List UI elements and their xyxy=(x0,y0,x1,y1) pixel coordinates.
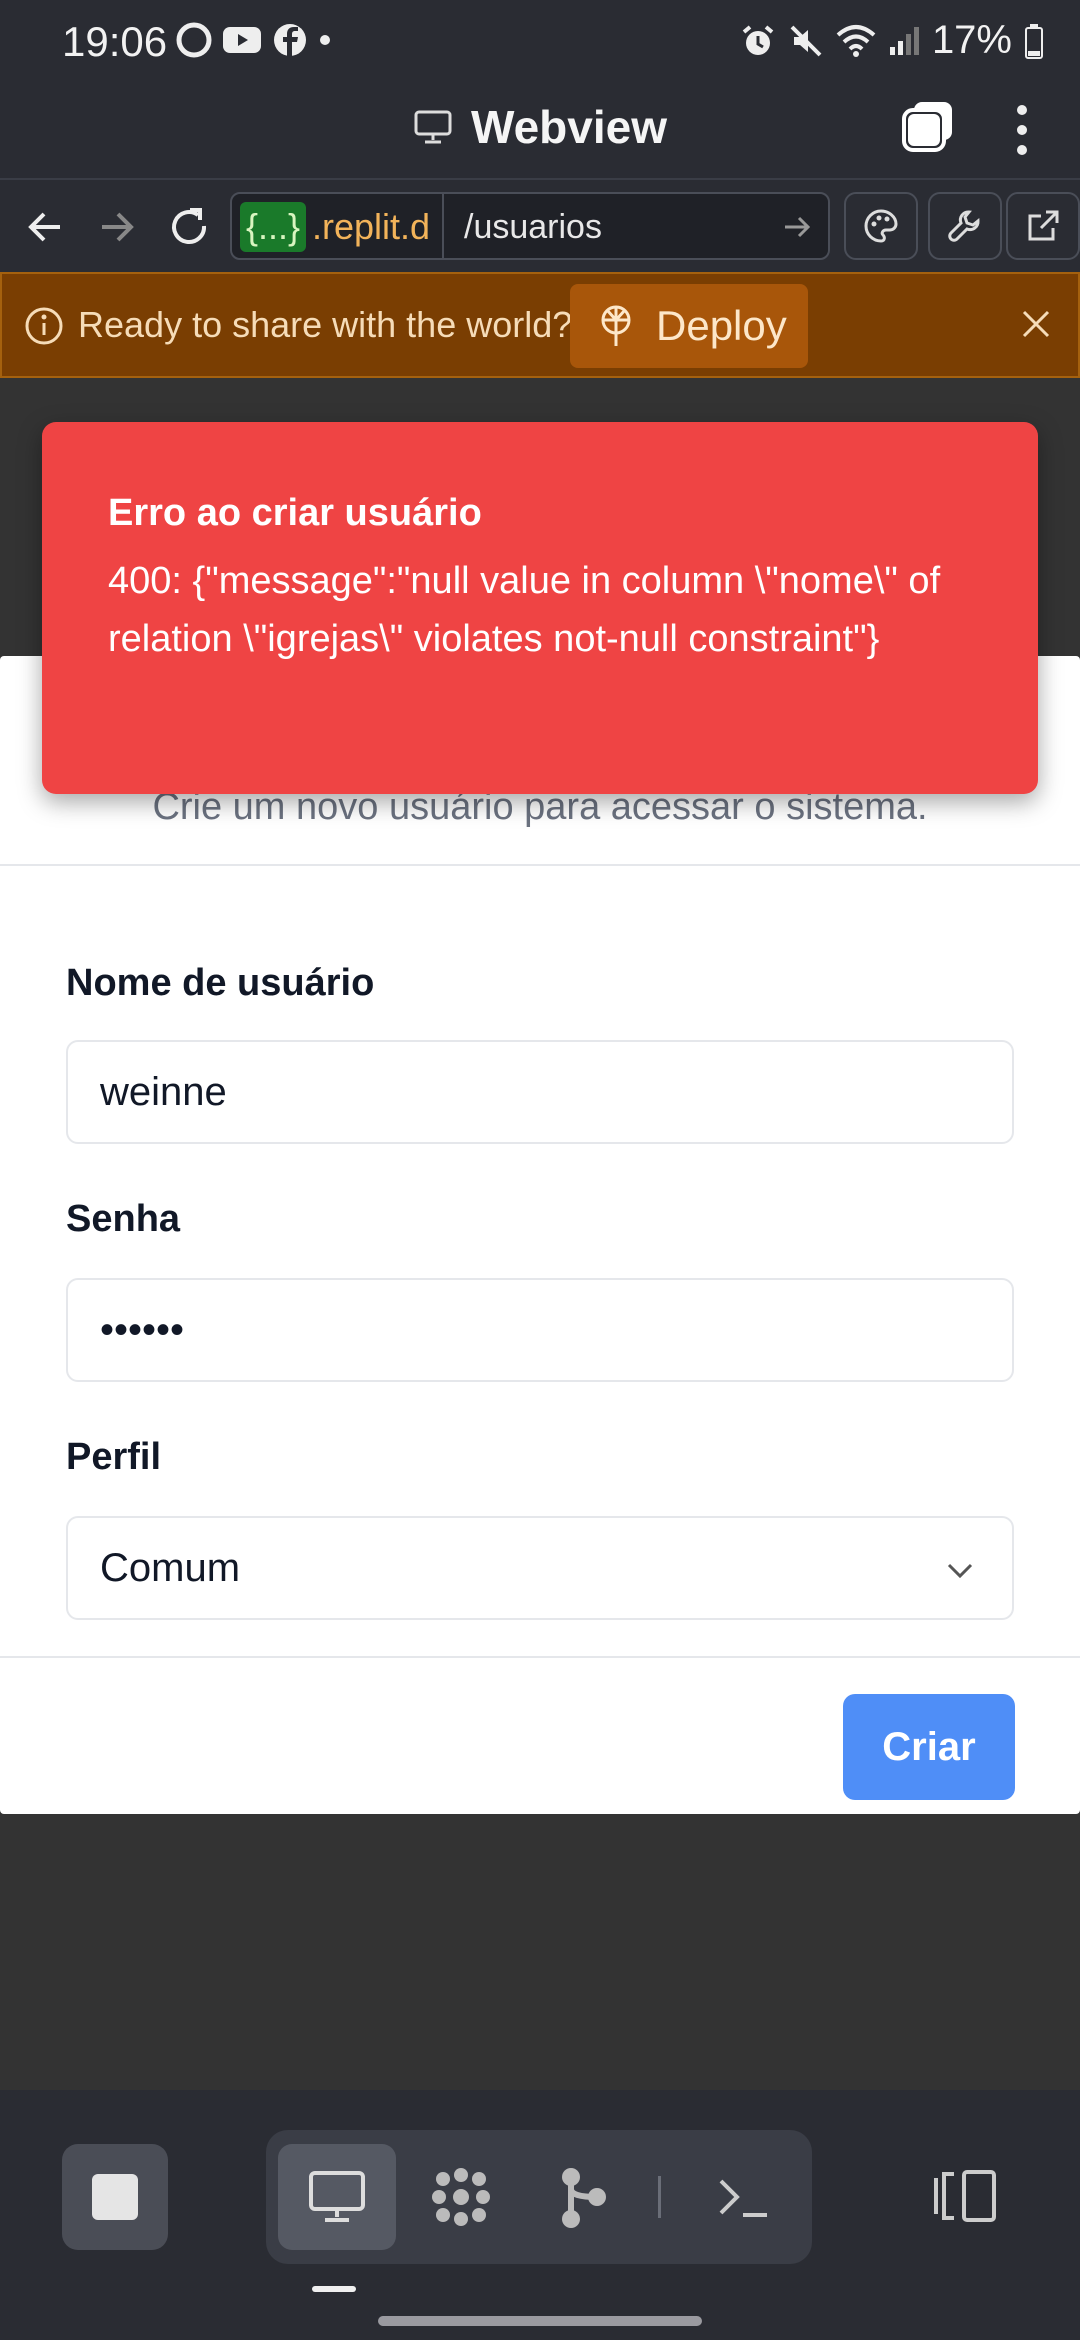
url-toolbar: {...} .replit.d /usuarios xyxy=(0,178,1080,272)
url-host-pill: {...} xyxy=(240,202,307,252)
monitor-icon xyxy=(309,2171,365,2222)
banner-text: Ready to share with the world? xyxy=(78,304,573,345)
chevron-down-icon xyxy=(947,1563,973,1579)
profile-value: Comum xyxy=(100,1546,241,1590)
password-field[interactable]: •••••• xyxy=(66,1278,1014,1382)
deploy-button[interactable]: Deploy xyxy=(570,284,808,368)
password-value: •••••• xyxy=(100,1308,185,1352)
more-vertical-icon xyxy=(1017,105,1027,155)
signal-icon xyxy=(889,26,919,55)
active-tab-indicator xyxy=(312,2286,356,2292)
alarm-icon xyxy=(742,24,774,55)
split-panel-icon xyxy=(934,2170,996,2222)
toast-message: 400: {"message":"null value in column \"… xyxy=(108,560,941,660)
close-icon[interactable] xyxy=(1018,306,1054,342)
stop-button[interactable] xyxy=(62,2144,168,2250)
go-arrow-icon[interactable] xyxy=(780,210,814,244)
status-bar: 19:06 17% xyxy=(0,0,1080,82)
create-button[interactable]: Criar xyxy=(843,1694,1015,1800)
info-icon xyxy=(25,307,63,345)
external-link-icon xyxy=(1028,210,1059,241)
deploy-icon xyxy=(601,305,631,346)
agent-icon xyxy=(432,2168,490,2226)
split-view-button[interactable] xyxy=(930,2168,1000,2229)
git-tab[interactable] xyxy=(526,2144,644,2250)
url-host: .replit.d xyxy=(312,206,431,247)
terminal-icon xyxy=(719,2179,767,2217)
arrow-right-icon xyxy=(102,212,134,242)
create-user-dialog: Crie um novo usuário para acessar o sist… xyxy=(0,656,1080,1814)
dialog-divider-bottom xyxy=(0,1656,1080,1658)
pane-switcher xyxy=(266,2130,812,2264)
username-field[interactable]: weinne xyxy=(66,1040,1014,1144)
shell-tab[interactable] xyxy=(684,2144,802,2250)
status-time: 19:06 xyxy=(62,18,168,65)
deploy-label: Deploy xyxy=(656,302,787,349)
devtools-button[interactable] xyxy=(928,192,1002,260)
edge-icon xyxy=(176,22,212,58)
webview-title: Webview xyxy=(413,100,667,154)
wifi-icon xyxy=(836,24,876,57)
deploy-banner: Ready to share with the world? Deploy xyxy=(0,272,1080,378)
webview-title-text: Webview xyxy=(471,101,667,153)
url-path: /usuarios xyxy=(464,208,602,246)
theme-button[interactable] xyxy=(844,192,918,260)
webview-tab[interactable] xyxy=(278,2144,396,2250)
address-bar[interactable]: {...} .replit.d /usuarios xyxy=(230,192,830,260)
notification-icons xyxy=(176,22,332,58)
open-external-button[interactable] xyxy=(1006,192,1080,260)
toast-title: Erro ao criar usuário xyxy=(108,492,482,534)
reload-button[interactable] xyxy=(164,202,214,252)
username-value: weinne xyxy=(100,1070,227,1114)
tabs-button[interactable] xyxy=(900,98,956,159)
arrow-left-icon xyxy=(28,212,60,242)
more-menu-button[interactable] xyxy=(1010,102,1034,163)
dot-icon xyxy=(320,35,330,45)
home-indicator[interactable] xyxy=(378,2316,702,2326)
url-separator xyxy=(442,194,444,258)
bottom-navigation xyxy=(0,2090,1080,2340)
tabs-icon xyxy=(902,102,952,152)
reload-icon xyxy=(172,208,207,245)
battery-icon xyxy=(1025,23,1043,59)
profile-select[interactable]: Comum xyxy=(66,1516,1014,1620)
profile-label: Perfil xyxy=(66,1436,162,1478)
facebook-icon xyxy=(274,24,306,56)
dialog-divider-top xyxy=(0,864,1080,866)
error-toast[interactable]: Erro ao criar usuário 400: {"message":"n… xyxy=(42,422,1038,794)
webview-titlebar: Webview xyxy=(0,82,1080,178)
password-label: Senha xyxy=(66,1198,181,1240)
wrench-icon xyxy=(948,210,980,242)
agent-tab[interactable] xyxy=(402,2144,520,2250)
youtube-icon xyxy=(223,27,261,53)
pane-separator xyxy=(658,2176,661,2218)
monitor-icon xyxy=(414,110,452,144)
username-label: Nome de usuário xyxy=(66,962,375,1004)
forward-button[interactable] xyxy=(92,202,142,252)
battery-percent: 17% xyxy=(931,18,1012,62)
git-branch-icon xyxy=(562,2168,606,2228)
mute-icon xyxy=(790,25,822,56)
back-button[interactable] xyxy=(20,202,70,252)
stop-icon xyxy=(92,2174,138,2220)
system-icons: 17% xyxy=(740,18,1044,63)
palette-icon xyxy=(864,209,898,243)
